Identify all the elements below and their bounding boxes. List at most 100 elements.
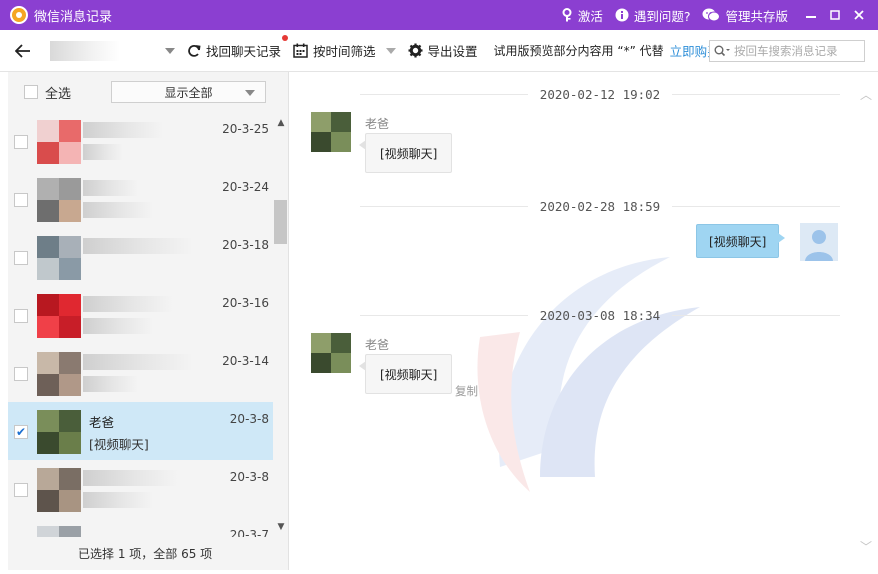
contact-checkbox[interactable] [14,309,28,323]
contact-preview: [视频聊天] [89,437,149,452]
contact-selector[interactable] [50,39,175,63]
timestamp-text: 2020-02-28 18:59 [539,198,661,214]
redacted-name [83,470,178,486]
calendar-icon [293,43,308,58]
toolbar: 找回聊天记录 按时间筛选 导出设置 试用版预览部分内容用 “*” 代替 立即购买 [0,30,878,72]
time-filter-button[interactable]: 按时间筛选 [293,41,396,60]
time-filter-label: 按时间筛选 [313,44,376,59]
avatar [311,112,351,152]
redacted-name [83,122,163,138]
export-settings-button[interactable]: 导出设置 [408,41,478,60]
contact-row[interactable]: 20-3-16 [8,286,273,344]
title-bar: 微信消息记录 激活 遇到问题? 管理共存版 [0,0,878,30]
default-avatar-icon [800,223,838,261]
contact-panel: 全选 显示全部 20-3-25 20-3-24 20-3-18 20-3-16 20-3… [8,72,289,570]
recover-records-button[interactable]: 找回聊天记录 [187,35,289,60]
select-all-checkbox[interactable]: 全选 [24,83,71,102]
contact-date: 20-3-8 [229,412,269,426]
contact-row[interactable]: 20-3-8 [8,460,273,518]
contact-row[interactable]: 20-3-25 [8,112,273,170]
activate-link[interactable]: 激活 [561,6,603,25]
redacted-preview [83,144,123,160]
app-logo-icon [10,6,28,24]
timestamp-text: 2020-02-12 19:02 [539,86,661,102]
buy-now-link[interactable]: 立即购买 [670,41,710,60]
redacted-name [83,180,138,196]
minimize-icon [806,16,816,18]
divider [672,93,841,95]
contact-date: 20-3-14 [222,354,269,368]
contact-list: 20-3-25 20-3-24 20-3-18 20-3-16 20-3-14 ✔ 老爸 [视… [8,112,273,537]
back-button[interactable] [8,36,38,66]
message-bubble[interactable]: [视频聊天] [358,354,453,394]
chevron-down-icon [385,47,396,54]
avatar [37,526,81,537]
contact-checkbox[interactable] [14,367,28,381]
divider [672,314,841,316]
divider [360,205,528,207]
problem-link[interactable]: 遇到问题? [615,6,691,25]
avatar [37,294,81,338]
search-box[interactable] [709,40,865,62]
close-button[interactable] [848,4,870,26]
select-all-label: 全选 [45,86,72,102]
divider [360,93,528,95]
message-timestamp: 2020-03-08 18:34 [360,307,841,323]
redacted-preview [83,376,138,392]
contact-date: 20-3-18 [222,238,269,252]
message-timestamp: 2020-02-12 19:02 [360,86,841,102]
user-silhouette-icon [805,230,833,261]
scroll-up-arrow-icon[interactable]: ▲ [276,118,286,128]
contact-checkbox[interactable] [14,135,28,149]
chevron-down-icon[interactable]: ﹀ [860,538,872,554]
contact-row[interactable]: 20-3-7 [8,518,273,537]
maximize-button[interactable] [824,4,846,26]
shared-version-label: 管理共存版 [725,8,788,24]
redacted-preview [83,318,153,334]
contact-checkbox[interactable] [14,193,28,207]
divider [672,205,841,207]
contact-date: 20-3-8 [229,470,269,484]
contact-name-redacted [50,40,120,61]
shared-version-link[interactable]: 管理共存版 [702,6,788,25]
contact-row[interactable]: 20-3-14 [8,344,273,402]
chevron-up-icon[interactable]: ︿ [860,86,872,102]
key-icon [562,8,572,22]
contact-row[interactable]: ✔ 老爸 [视频聊天] 20-3-8 [8,402,273,460]
avatar [37,410,81,454]
timestamp-text: 2020-03-08 18:34 [539,307,661,323]
gear-icon [408,43,423,58]
contact-checkbox[interactable] [14,251,28,265]
sender-name: 老爸 [365,117,390,131]
contact-panel-header: 全选 显示全部 [8,72,288,112]
copy-link[interactable]: 复制 [455,383,478,399]
avatar [37,468,81,512]
title-bar-actions: 激活 遇到问题? 管理共存版 [561,0,878,30]
app-title: 微信消息记录 [34,9,113,25]
maximize-icon [830,10,840,20]
contact-date: 20-3-25 [222,122,269,136]
contact-checkbox[interactable]: ✔ [14,425,28,439]
avatar [37,120,81,164]
trial-notice: 试用版预览部分内容用 “*” 代替 [493,44,664,58]
selection-summary: 已选择 1 项，全部 65 项 [78,547,213,561]
contact-list-scrollbar[interactable]: ▲ ▼ [274,112,287,537]
redacted-preview [83,202,153,218]
filter-dropdown-value: 显示全部 [164,85,213,100]
recover-records-label: 找回聊天记录 [206,44,282,59]
minimize-button[interactable] [800,4,822,26]
search-input[interactable] [734,44,854,58]
contact-row[interactable]: 20-3-24 [8,170,273,228]
scroll-thumb[interactable] [274,200,287,244]
close-icon [854,10,864,20]
scroll-down-arrow-icon[interactable]: ▼ [276,522,286,532]
contact-checkbox[interactable] [14,483,28,497]
message-bubble[interactable]: [视频聊天] [358,133,453,173]
chevron-down-icon [165,47,175,54]
problem-label: 遇到问题? [633,8,691,24]
refresh-icon [188,44,201,57]
checkbox[interactable] [24,85,38,99]
message-bubble[interactable]: [视频聊天] [696,224,786,258]
contact-row[interactable]: 20-3-18 [8,228,273,286]
filter-dropdown[interactable]: 显示全部 [111,81,267,103]
